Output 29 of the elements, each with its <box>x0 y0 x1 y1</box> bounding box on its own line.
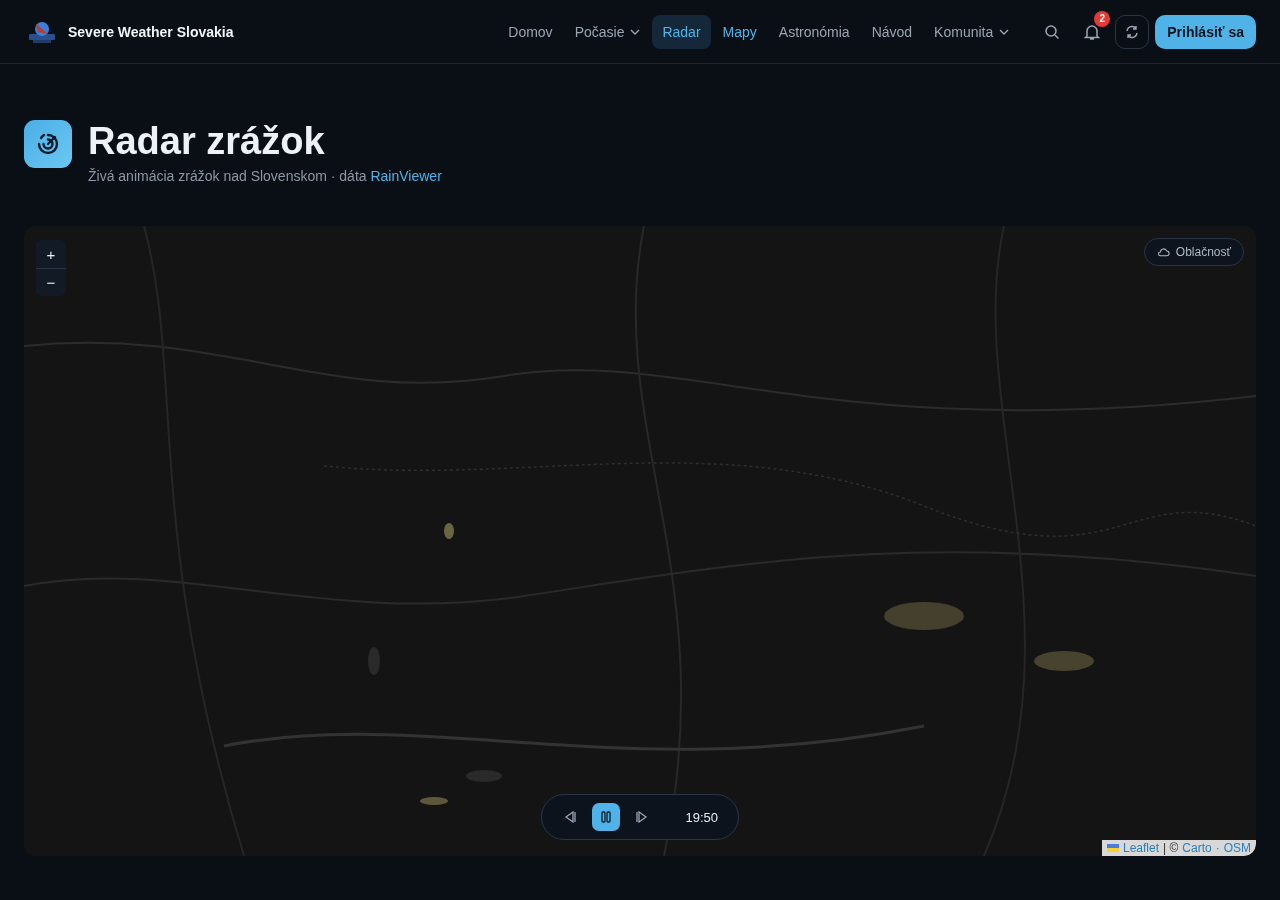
nav-link[interactable]: Radar <box>652 14 711 49</box>
nav-link[interactable]: Domov <box>498 14 563 49</box>
brand-name[interactable]: Severe Weather Slovakia <box>68 23 234 40</box>
refresh-icon <box>1124 23 1141 40</box>
pause-icon <box>598 809 614 825</box>
attribution-text: | © <box>1163 841 1179 855</box>
cloud-icon <box>1156 247 1170 257</box>
login-button[interactable]: Prihlásiť sa <box>1155 14 1256 49</box>
map-panel[interactable]: + − Oblačnosť 19:50 Leaflet | © Carto · OSM <box>24 226 1256 856</box>
page-subtitle: Živá animácia zrážok nad Slovenskom · dáta <box>88 168 367 184</box>
nav-link[interactable]: Komunita <box>924 14 1020 49</box>
flag-icon <box>1107 844 1119 852</box>
page-title: Radar zrážok <box>88 120 326 162</box>
radar-icon <box>24 120 72 168</box>
refresh-button[interactable] <box>1115 14 1150 49</box>
layer-toggle[interactable]: Oblačnosť <box>1143 238 1244 266</box>
search-icon <box>1044 23 1061 40</box>
nav-link[interactable]: Návod <box>861 14 923 49</box>
source-link[interactable]: RainViewer <box>370 168 442 184</box>
nav-link[interactable]: Počasie <box>564 14 651 49</box>
nav-link[interactable]: Mapy <box>712 14 767 49</box>
logo-icon[interactable] <box>28 19 56 44</box>
frame-time: 19:50 <box>685 809 718 825</box>
notification-count: 2 <box>1094 10 1111 27</box>
zoom-out-button[interactable]: − <box>36 268 66 296</box>
bell-icon <box>1083 22 1102 41</box>
nav-link[interactable]: Astronómia <box>768 14 860 49</box>
play-pause-button[interactable] <box>592 803 620 831</box>
attribution-separator: · <box>1215 841 1220 855</box>
